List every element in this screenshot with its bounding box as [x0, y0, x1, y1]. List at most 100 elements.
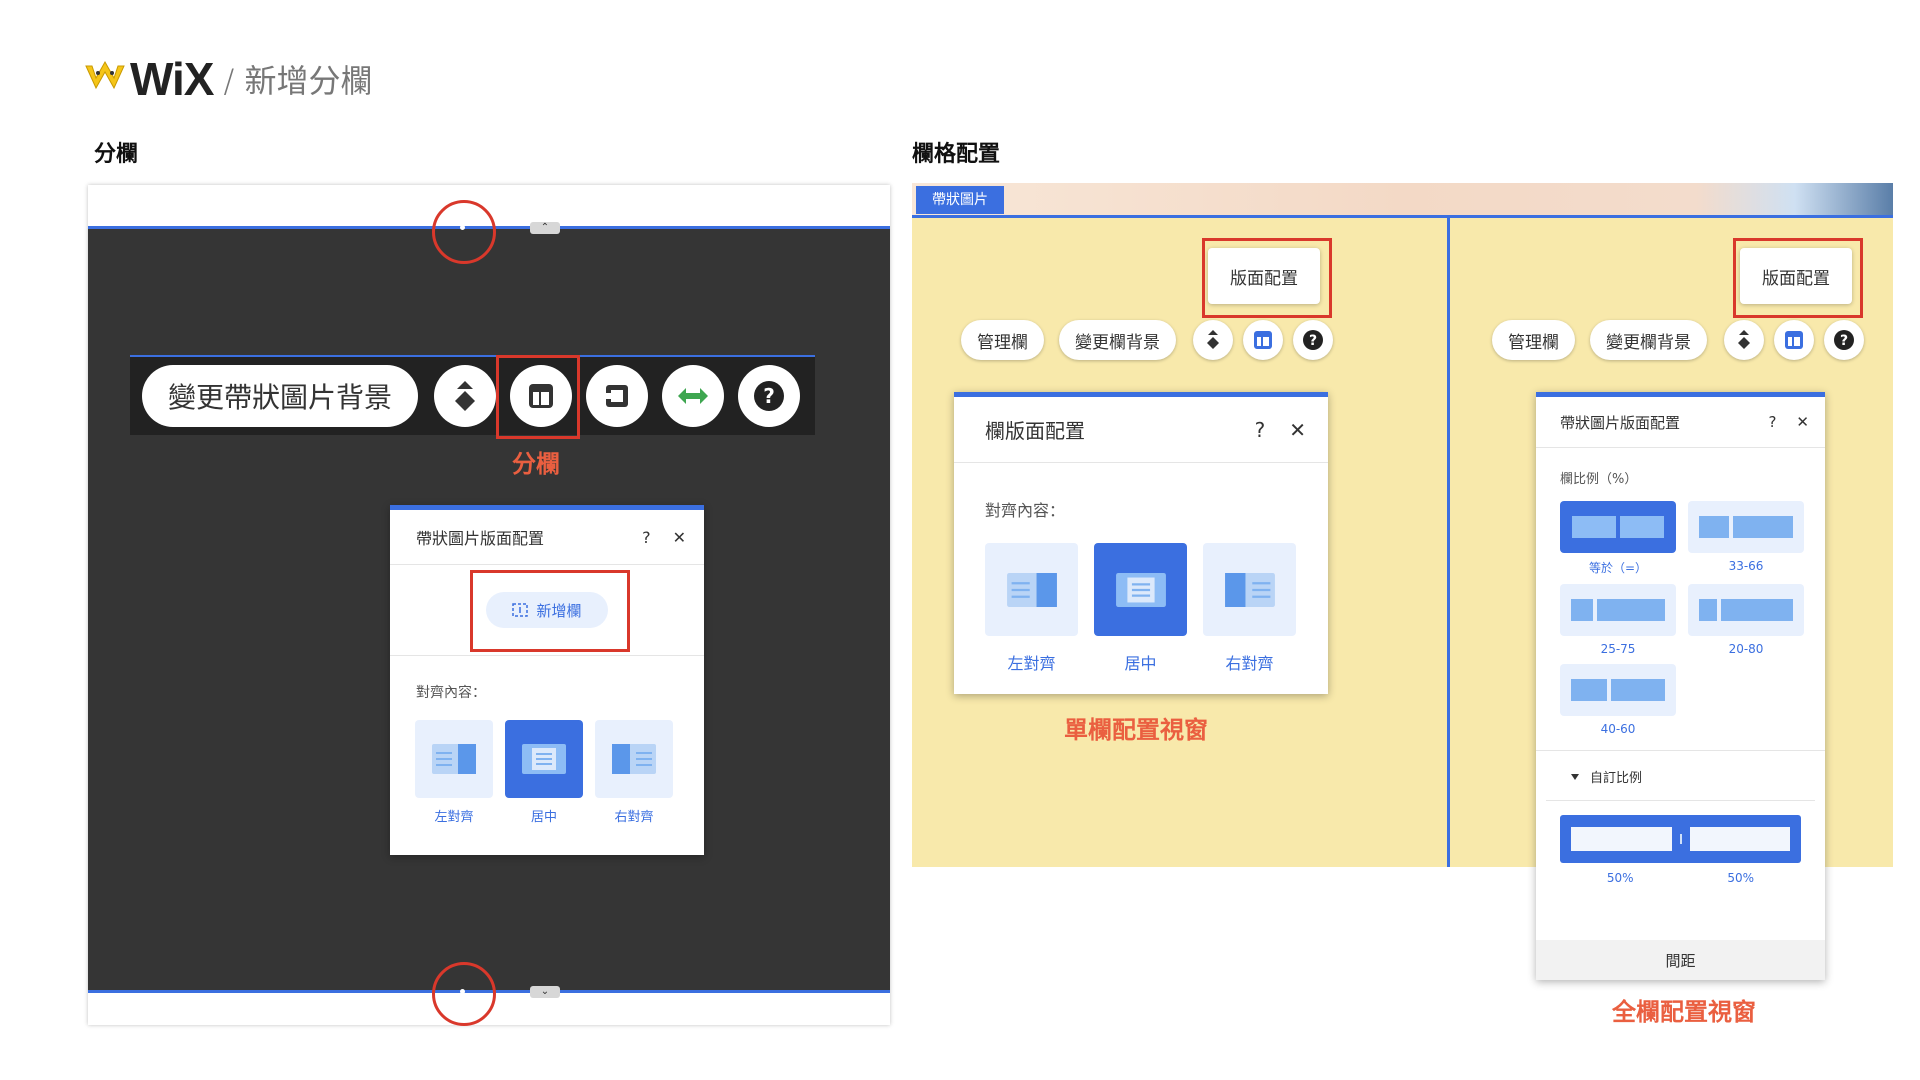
strip-border-line: [912, 215, 1893, 218]
column-dialog-help-button[interactable]: ?: [1255, 418, 1266, 442]
align-right-icon: [1224, 572, 1275, 607]
crop-button[interactable]: [586, 365, 649, 427]
spacing-section[interactable]: 間距: [1536, 940, 1825, 980]
top-drag-dot[interactable]: [460, 225, 465, 230]
help-button-col-2[interactable]: ?: [1824, 320, 1864, 360]
layout-button-col[interactable]: [1243, 320, 1283, 360]
top-handle-highlight: [432, 200, 496, 264]
column-layout-dialog: 欄版面配置 ? ✕ 對齊內容： 左對齊 居中 右對齊: [954, 392, 1328, 694]
custom-column-1: [1571, 827, 1672, 851]
help-button-col[interactable]: ?: [1293, 320, 1333, 360]
crown-icon: [85, 60, 125, 90]
right-section-title: 欄格配置: [912, 142, 1001, 167]
align-center-icon: [522, 744, 566, 774]
custom-ratio-toggle[interactable]: 自訂比例: [1546, 751, 1815, 801]
ratio-option-equal[interactable]: 等於（=）: [1560, 501, 1676, 576]
align-left-option[interactable]: 左對齊: [415, 720, 493, 825]
strip-layout-dialog: 帶狀圖片版面配置 ? ✕ 新增欄 對齊內容： 左對齊 居中 右對齊: [390, 505, 704, 855]
manage-columns-label: 管理欄: [1508, 332, 1559, 353]
column-align-left-label: 左對齊: [1007, 654, 1056, 673]
change-column-bg-button[interactable]: 變更欄背景: [1059, 320, 1176, 360]
change-column-bg-label: 變更欄背景: [1606, 332, 1691, 353]
tooltip-highlight-left: [1202, 238, 1332, 318]
ratio-option-20-80[interactable]: 20-80: [1688, 584, 1804, 656]
dialog-close-button[interactable]: ✕: [673, 528, 686, 547]
layout-icon: [1785, 331, 1803, 349]
align-left-label: 左對齊: [434, 810, 474, 825]
help-button[interactable]: ?: [738, 365, 801, 427]
column-divider[interactable]: [1447, 215, 1450, 867]
strip-top-stretch-handle[interactable]: ⌃: [530, 222, 560, 234]
arrange-button[interactable]: [434, 365, 497, 427]
align-left-icon: [1006, 572, 1057, 607]
custom-ratio-slider[interactable]: [1560, 815, 1801, 863]
align-right-icon: [612, 744, 656, 774]
column-align-center-option[interactable]: 居中: [1094, 543, 1187, 674]
help-icon: ?: [1303, 330, 1323, 350]
svg-text:?: ?: [763, 384, 775, 408]
ratio-option-40-60[interactable]: 40-60: [1560, 664, 1676, 736]
stretch-arrows-icon: [678, 388, 709, 404]
ratio-label-40-60: 40-60: [1600, 722, 1636, 736]
custom-ratio-handle[interactable]: [1679, 834, 1682, 844]
align-right-option[interactable]: 右對齊: [595, 720, 673, 825]
ratio-option-33-66[interactable]: 33-66: [1688, 501, 1804, 576]
custom-value-1: 50%: [1606, 871, 1634, 885]
ratio-label-20-80: 20-80: [1728, 642, 1764, 656]
column-align-left-option[interactable]: 左對齊: [985, 543, 1078, 674]
align-content-title: 對齊內容：: [416, 685, 486, 701]
align-center-icon: [1115, 572, 1166, 607]
crop-icon: [606, 385, 629, 407]
change-column-bg-button-2[interactable]: 變更欄背景: [1590, 320, 1707, 360]
logo-text: WiX: [130, 53, 214, 105]
ratio-label-equal: 等於（=）: [1588, 561, 1648, 575]
ratio-label-25-75: 25-75: [1600, 642, 1636, 656]
help-icon: ?: [1834, 330, 1854, 350]
layout-icon: [1254, 331, 1272, 349]
strip-tag: 帶狀圖片: [916, 186, 1004, 214]
arrange-button-col[interactable]: [1193, 320, 1233, 360]
column-dialog-title: 欄版面配置: [985, 419, 1085, 443]
full-dialog-close-button[interactable]: ✕: [1796, 413, 1809, 431]
single-column-caption: 單欄配置視窗: [1064, 716, 1208, 744]
left-section-title: 分欄: [94, 142, 139, 167]
caret-down-icon: [1571, 773, 1579, 780]
full-dialog-help-button[interactable]: ?: [1768, 413, 1776, 431]
arrange-icon: [1738, 330, 1750, 349]
column-dialog-close-button[interactable]: ✕: [1289, 418, 1306, 442]
layout-button-col-2[interactable]: [1774, 320, 1814, 360]
manage-columns-button-2[interactable]: 管理欄: [1492, 320, 1575, 360]
full-strip-layout-dialog: 帶狀圖片版面配置 ? ✕ 欄比例（%） 等於（=） 33-66 25-75 20…: [1536, 392, 1825, 980]
column-align-title: 對齊內容：: [985, 501, 1066, 520]
custom-ratio-label: 自訂比例: [1590, 771, 1643, 786]
page-subtitle: / 新增分欄: [223, 62, 373, 100]
column-align-center-label: 居中: [1124, 654, 1157, 673]
spacing-label: 間距: [1665, 951, 1696, 970]
change-strip-background-button[interactable]: 變更帶狀圖片背景: [142, 365, 419, 427]
left-annotation-label: 分欄: [512, 450, 560, 478]
stretch-button[interactable]: [662, 365, 725, 427]
ratio-option-25-75[interactable]: 25-75: [1560, 584, 1676, 656]
dialog-help-button[interactable]: ?: [642, 528, 651, 547]
ratio-label-33-66: 33-66: [1728, 559, 1764, 573]
manage-columns-label: 管理欄: [977, 332, 1028, 353]
wix-logo: WiX / 新增分欄: [84, 52, 372, 106]
change-strip-background-label: 變更帶狀圖片背景: [168, 381, 393, 414]
align-center-option[interactable]: 居中: [505, 720, 583, 825]
align-left-icon: [432, 744, 476, 774]
full-dialog-title: 帶狀圖片版面配置: [1560, 413, 1681, 432]
align-right-label: 右對齊: [614, 810, 654, 825]
column-align-right-option[interactable]: 右對齊: [1203, 543, 1296, 674]
tooltip-highlight-right: [1733, 238, 1863, 318]
strip-bottom-stretch-handle[interactable]: ⌄: [530, 986, 560, 998]
strip-image-preview: [912, 183, 1893, 215]
help-icon: ?: [754, 381, 785, 411]
arrange-icon: [1207, 330, 1219, 349]
custom-value-2: 50%: [1727, 871, 1755, 885]
bottom-drag-dot[interactable]: [460, 989, 465, 994]
layout-button-highlight: [496, 355, 580, 439]
align-center-label: 居中: [530, 810, 557, 825]
arrange-button-col-2[interactable]: [1724, 320, 1764, 360]
manage-columns-button[interactable]: 管理欄: [961, 320, 1044, 360]
ratio-title: 欄比例（%）: [1560, 472, 1638, 487]
